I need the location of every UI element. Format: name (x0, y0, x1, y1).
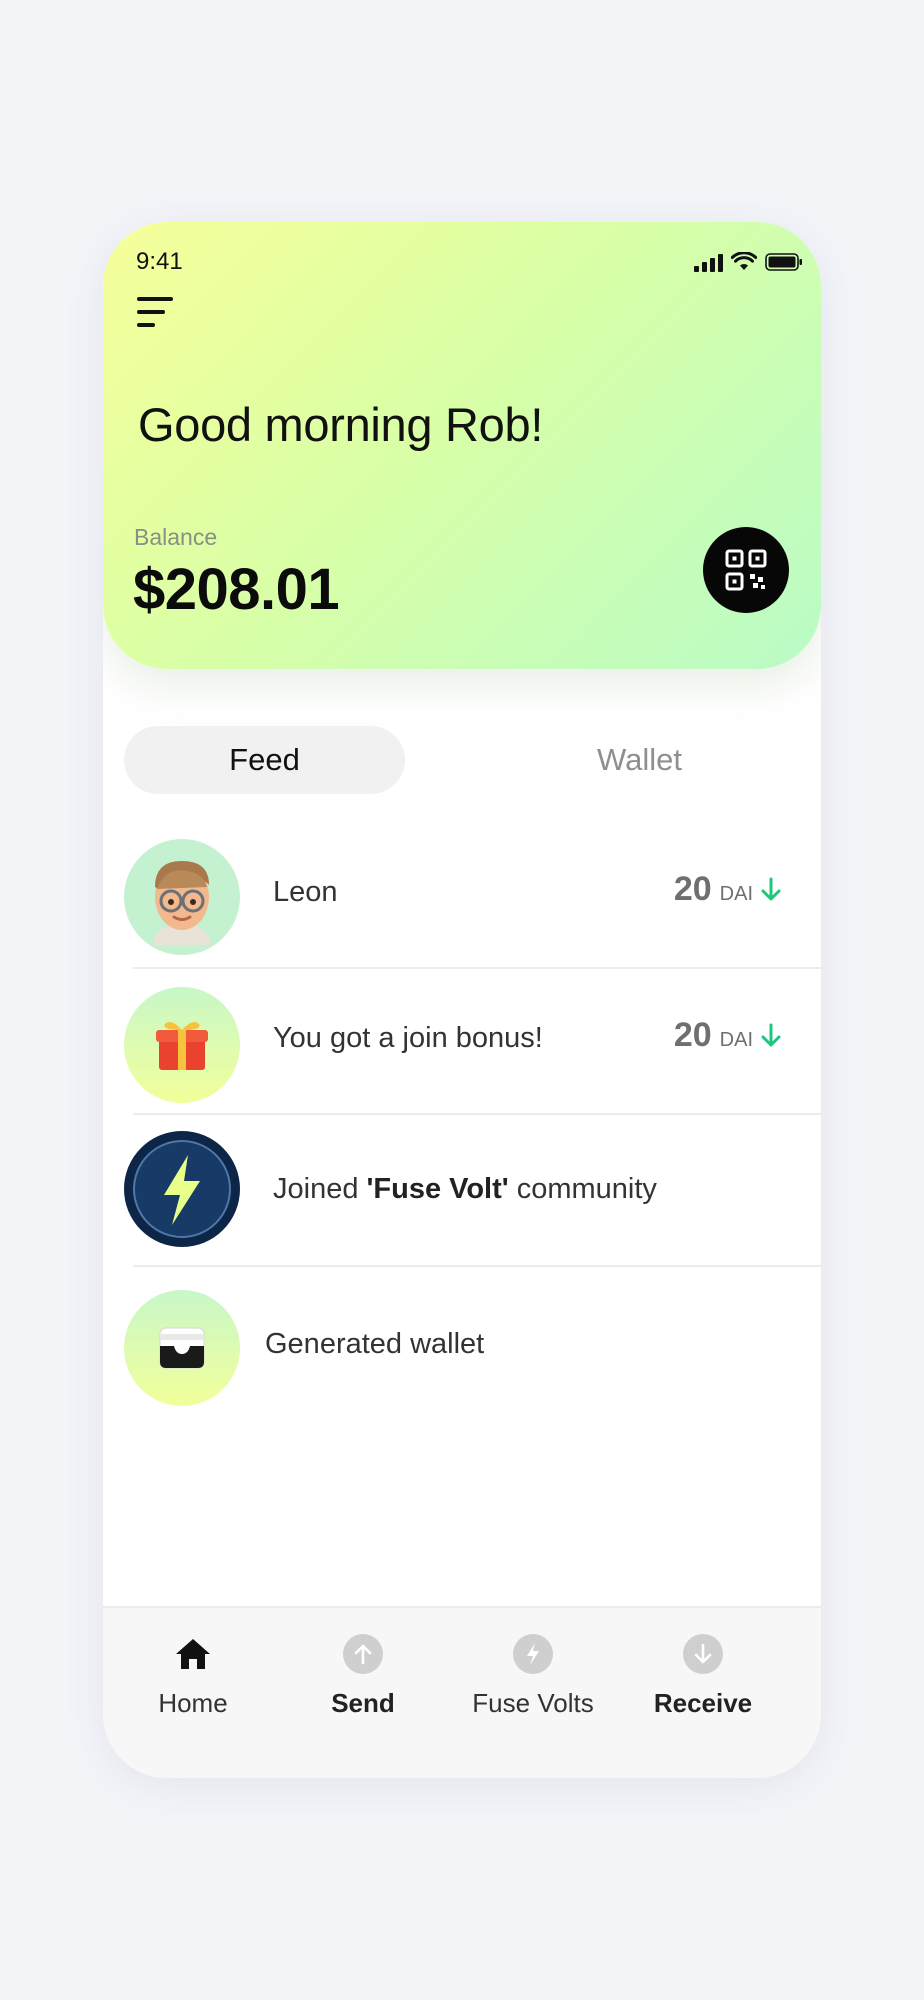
feed-item-join-bonus[interactable]: You got a join bonus! 20 DAI (103, 969, 821, 1113)
nav-label: Fuse Volts (472, 1688, 594, 1718)
header-card: 9:41 Good morning Rob! Balance $208.01 (103, 222, 821, 669)
nav-label: Home (158, 1688, 228, 1718)
feed-item-amount: 20 DAI (674, 1016, 781, 1055)
menu-line-3 (137, 323, 155, 327)
arrow-down-icon (761, 877, 781, 900)
balance-label: Balance (134, 524, 218, 550)
nav-label: Receive (653, 1688, 753, 1718)
amount-unit: DAI (719, 883, 753, 905)
feed-item-title: Generated wallet (265, 1328, 485, 1360)
nav-home[interactable]: Home (118, 1634, 268, 1719)
feed-item-generated-wallet[interactable]: Generated wallet (103, 1267, 821, 1417)
amount-value: 20 (673, 1016, 712, 1054)
wifi-icon (731, 252, 757, 270)
phone-screen: 9:41 Good morning Rob! Balance $208.01 F… (103, 222, 821, 1778)
memoji-avatar-icon (124, 839, 240, 955)
home-icon (173, 1634, 213, 1674)
qr-code-button[interactable] (703, 527, 789, 613)
arrow-down-icon (761, 1023, 781, 1046)
arrow-up-circle-icon (343, 1634, 383, 1674)
feed-item-joined-community[interactable]: Joined 'Fuse Volt' community (103, 1115, 821, 1265)
tab-wallet[interactable]: Wallet (499, 726, 780, 794)
greeting-title: Good morning Rob! (138, 398, 544, 451)
tab-feed[interactable]: Feed (124, 726, 405, 794)
nav-receive[interactable]: Receive (628, 1634, 778, 1719)
feed-item-title: Leon (273, 876, 338, 908)
status-icons (694, 250, 803, 272)
feed-item-amount: 20 DAI (674, 870, 781, 909)
amount-unit: DAI (719, 1029, 753, 1051)
bolt-circle-icon (513, 1634, 553, 1674)
battery-icon (765, 253, 802, 271)
arrow-down-circle-icon (683, 1634, 723, 1674)
menu-button[interactable] (137, 294, 179, 330)
wallet-icon (124, 1290, 240, 1406)
status-time: 9:41 (136, 248, 183, 275)
menu-line-1 (137, 297, 173, 301)
signal-icon (694, 254, 723, 272)
feed-item-title: Joined 'Fuse Volt' community (273, 1173, 657, 1205)
nav-fuse-volts[interactable]: Fuse Volts (458, 1634, 608, 1719)
feed-item-leon[interactable]: Leon 20 DAI (103, 822, 821, 968)
amount-value: 20 (673, 870, 712, 908)
bottom-navigation: Home Send Fuse Volts Receive (103, 1606, 821, 1778)
qr-code-icon (725, 549, 767, 591)
balance-value: $208.01 (133, 557, 340, 622)
menu-line-2 (137, 310, 165, 314)
nav-label: Send (331, 1688, 395, 1718)
feed-item-title: You got a join bonus! (273, 1022, 543, 1054)
feed-wallet-tabs: Feed Wallet (124, 726, 821, 794)
fuse-volt-bolt-icon (124, 1131, 240, 1247)
nav-send[interactable]: Send (288, 1634, 438, 1719)
gift-icon (124, 987, 240, 1103)
